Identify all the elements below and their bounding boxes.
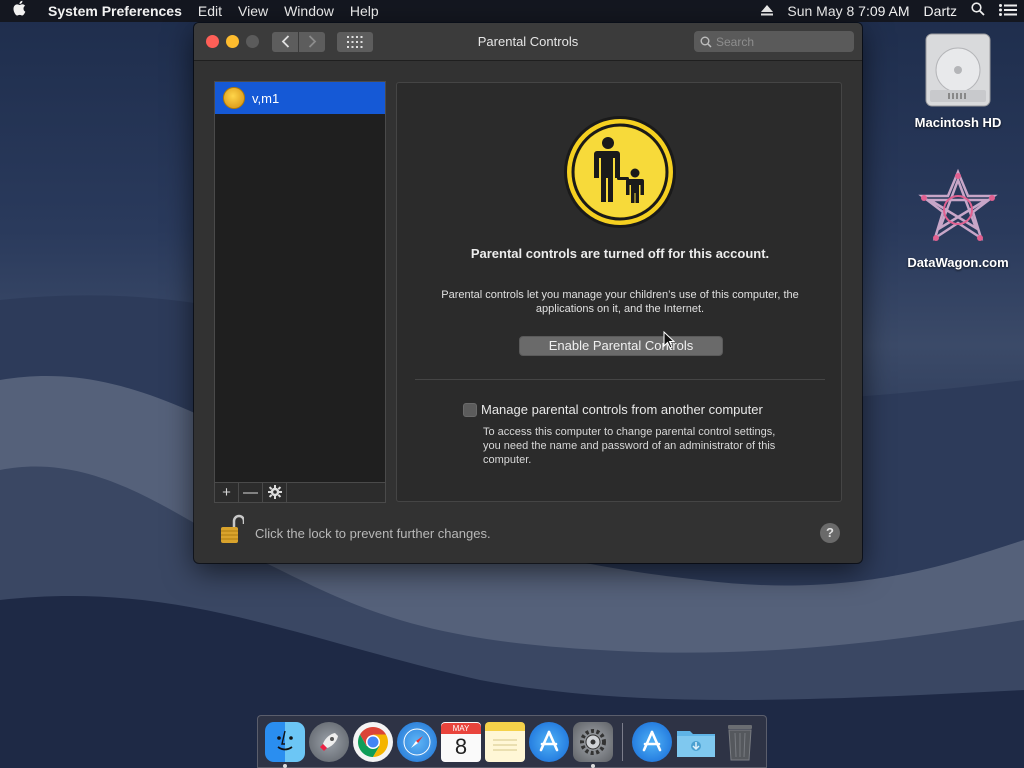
menu-window[interactable]: Window [276, 0, 342, 22]
notes-icon [493, 739, 517, 750]
dock-app-store[interactable] [529, 721, 569, 762]
dock-downloads-folder[interactable] [676, 722, 716, 762]
app-store-icon [642, 730, 662, 751]
chrome-icon [357, 726, 389, 757]
dock-notes[interactable] [485, 721, 525, 762]
datawagon-icon [918, 168, 998, 241]
notification-center-icon[interactable] [992, 0, 1024, 22]
menu-app-name[interactable]: System Preferences [38, 0, 190, 22]
gear-icon [267, 485, 282, 499]
user-avatar [223, 87, 245, 109]
menu-clock[interactable]: Sun May 8 7:09 AM [780, 0, 916, 22]
status-description: Parental controls let you manage your ch… [441, 289, 799, 315]
remote-manage-description: To access this computer to change parent… [483, 426, 776, 466]
dock-app-store-2[interactable] [632, 721, 672, 762]
parental-controls-icon [564, 116, 676, 228]
parental-controls-window: Parental Controls v,m1 + — [194, 23, 862, 563]
search-field[interactable] [694, 31, 854, 52]
running-indicator [283, 763, 287, 768]
dock-launchpad[interactable] [309, 721, 349, 762]
menu-edit[interactable]: Edit [190, 0, 230, 22]
lock-hint-text: Click the lock to prevent further change… [255, 526, 491, 541]
status-title: Parental controls are turned off for thi… [470, 246, 770, 261]
dock-separator [622, 722, 623, 761]
desktop-icon-label: Macintosh HD [914, 115, 1002, 130]
user-list-item[interactable]: v,m1 [215, 82, 385, 114]
menu-view[interactable]: View [230, 0, 276, 22]
help-button[interactable]: ? [820, 523, 840, 543]
gear-icon [580, 728, 606, 755]
finder-icon [277, 730, 293, 750]
dock-safari[interactable] [397, 721, 437, 762]
add-user-button[interactable]: + [215, 483, 239, 502]
compass-icon [403, 728, 431, 755]
desktop-icon-label: DataWagon.com [907, 255, 1009, 270]
eject-icon[interactable] [754, 0, 780, 22]
menu-bar: System Preferences Edit View Window Help… [0, 0, 1024, 22]
hard-drive-icon [925, 33, 991, 107]
user-list[interactable]: v,m1 [214, 81, 386, 483]
user-list-toolbar: + — [214, 482, 386, 503]
desktop-icon-macintosh-hd[interactable]: Macintosh HD [898, 32, 1018, 130]
spotlight-icon[interactable] [964, 0, 992, 22]
dock-finder[interactable] [265, 721, 305, 768]
enable-parental-controls-button[interactable]: Enable Parental Controls [519, 336, 723, 356]
parental-controls-panel: Parental controls are turned off for thi… [396, 82, 842, 502]
divider [415, 379, 825, 380]
rocket-icon [320, 732, 338, 751]
running-indicator [591, 763, 595, 768]
calendar-month: MAY [441, 723, 481, 734]
remote-manage-label[interactable]: Manage parental controls from another co… [481, 402, 763, 417]
unlocked-padlock-icon[interactable] [220, 513, 244, 545]
folder-icon [677, 730, 715, 757]
calendar-day: 8 [454, 734, 468, 759]
user-name: v,m1 [252, 90, 280, 106]
menu-help[interactable]: Help [342, 0, 387, 22]
search-input[interactable] [716, 34, 846, 49]
remote-manage-checkbox[interactable] [463, 403, 477, 417]
desktop-icon-datawagon[interactable]: DataWagon.com [898, 168, 1018, 270]
app-store-icon [539, 730, 559, 751]
menu-user[interactable]: Dartz [917, 0, 964, 22]
mouse-pointer-icon [663, 331, 675, 349]
action-gear-button[interactable] [263, 483, 287, 502]
apple-menu-icon[interactable] [0, 0, 38, 23]
remove-user-button[interactable]: — [239, 483, 263, 502]
title-bar[interactable]: Parental Controls [194, 23, 862, 61]
dock-system-preferences[interactable] [573, 721, 613, 768]
search-icon [700, 36, 712, 48]
dock: MAY 8 [257, 715, 767, 768]
trash-icon [728, 724, 752, 760]
dock-trash[interactable] [720, 722, 760, 762]
dock-chrome[interactable] [353, 721, 393, 762]
dock-calendar[interactable]: MAY 8 [441, 721, 481, 762]
menu-extras: Sun May 8 7:09 AM Dartz [754, 0, 1024, 22]
